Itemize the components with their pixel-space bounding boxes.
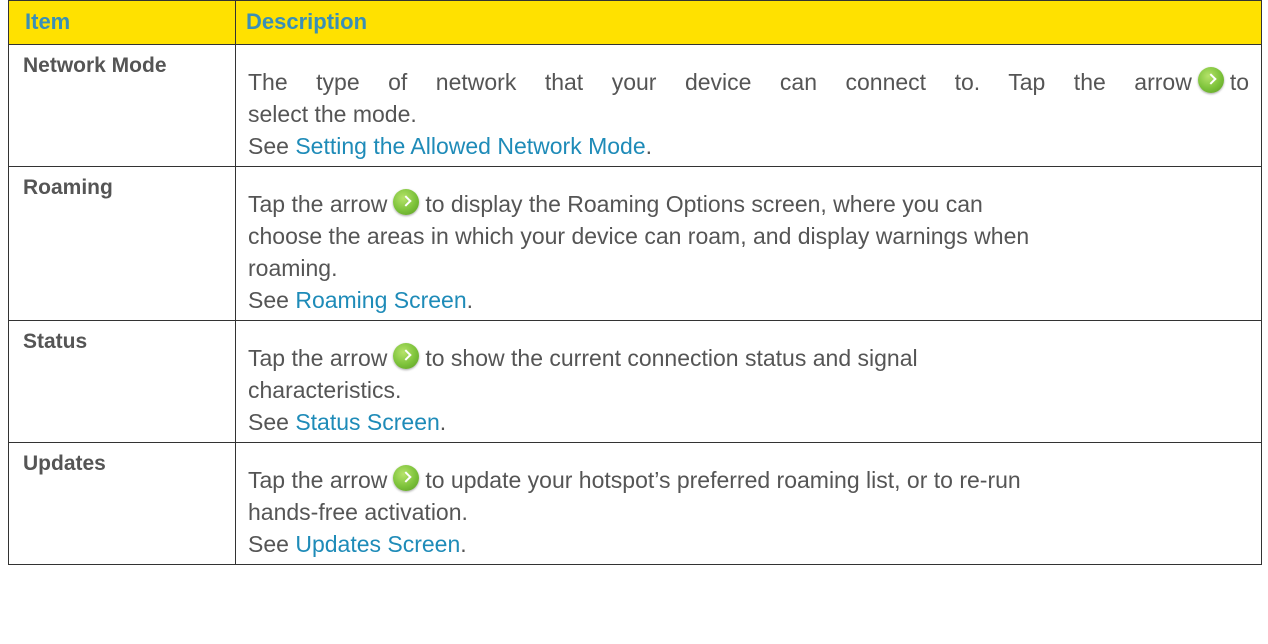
see-suffix: . [460,531,467,557]
item-cell: Roaming [8,166,236,321]
see-prefix: See [248,133,296,159]
green-arrow-icon [1197,67,1224,93]
see-suffix: . [466,287,474,313]
description-line: hands-free activation. [248,499,468,525]
link-roaming-screen[interactable]: Roaming Screen [295,287,466,313]
description-text: to display the Roaming Options screen, w… [425,191,983,217]
header-item-cell: Item [8,0,236,45]
header-description-label: Description [246,9,368,34]
description-text: The type of network that your device can… [248,69,1192,95]
item-cell: Status [8,320,236,443]
description-text: to update your hotspot’s preferred roami… [425,467,1021,493]
see-prefix: See [248,531,296,557]
description-text: Tap the arrow [248,345,388,371]
description-text: to show the current connection status an… [425,345,918,371]
header-item-label: Item [25,9,71,34]
see-prefix: See [248,409,296,435]
see-suffix: . [439,409,447,435]
description-line: roaming. [248,255,338,281]
link-setting-allowed-network-mode[interactable]: Setting the Allowed Network Mode [295,133,645,159]
description-cell: Tap the arrow to show the current connect… [235,320,1262,443]
description-text: Tap the arrow [248,467,388,493]
header-description-cell: Description [235,0,1262,45]
description-text: to [1229,69,1249,95]
green-arrow-icon [393,465,420,491]
description-cell: Tap the arrow to display the Roaming Opti… [235,166,1262,321]
item-cell: Network Mode [8,44,236,167]
table-row-updates: Updates Tap the arrow to update your hots… [8,442,1262,565]
table-row-status: Status Tap the arrow to show the current … [8,320,1262,443]
description-line: Tap the arrow to update your hotspot’s pr… [248,464,1249,496]
item-label-status: Status [23,330,88,353]
item-label-updates: Updates [23,452,106,475]
see-suffix: . [645,133,653,159]
link-status-screen[interactable]: Status Screen [295,409,439,435]
description-line: characteristics. [248,377,402,403]
link-updates-screen[interactable]: Updates Screen [295,531,460,557]
description-line: Tap the arrow to display the Roaming Opti… [248,188,1249,220]
settings-table: Item Description Network Mode The type o… [8,0,1262,565]
description-line: The type of network that your device can… [248,66,1249,98]
item-label-roaming: Roaming [23,176,113,199]
description-text: Tap the arrow [248,191,388,217]
item-cell: Updates [8,442,236,565]
see-also-line: See Status Screen. [248,406,1249,438]
see-also-line: See Setting the Allowed Network Mode. [248,130,1249,162]
green-arrow-icon [393,189,420,215]
table-row-network-mode: Network Mode The type of network that yo… [8,44,1262,167]
table-header-row: Item Description [8,0,1262,45]
item-label-network-mode: Network Mode [23,54,167,77]
description-line: select the mode. [248,101,417,127]
description-cell: The type of network that your device can… [235,44,1262,167]
description-line: choose the areas in which your device ca… [248,223,1030,249]
see-also-line: See Roaming Screen. [248,284,1249,316]
green-arrow-icon [393,343,420,369]
description-cell: Tap the arrow to update your hotspot’s pr… [235,442,1262,565]
table-row-roaming: Roaming Tap the arrow to display the Roam… [8,166,1262,321]
description-line: Tap the arrow to show the current connect… [248,342,1249,374]
see-also-line: See Updates Screen. [248,528,1249,560]
see-prefix: See [248,287,296,313]
